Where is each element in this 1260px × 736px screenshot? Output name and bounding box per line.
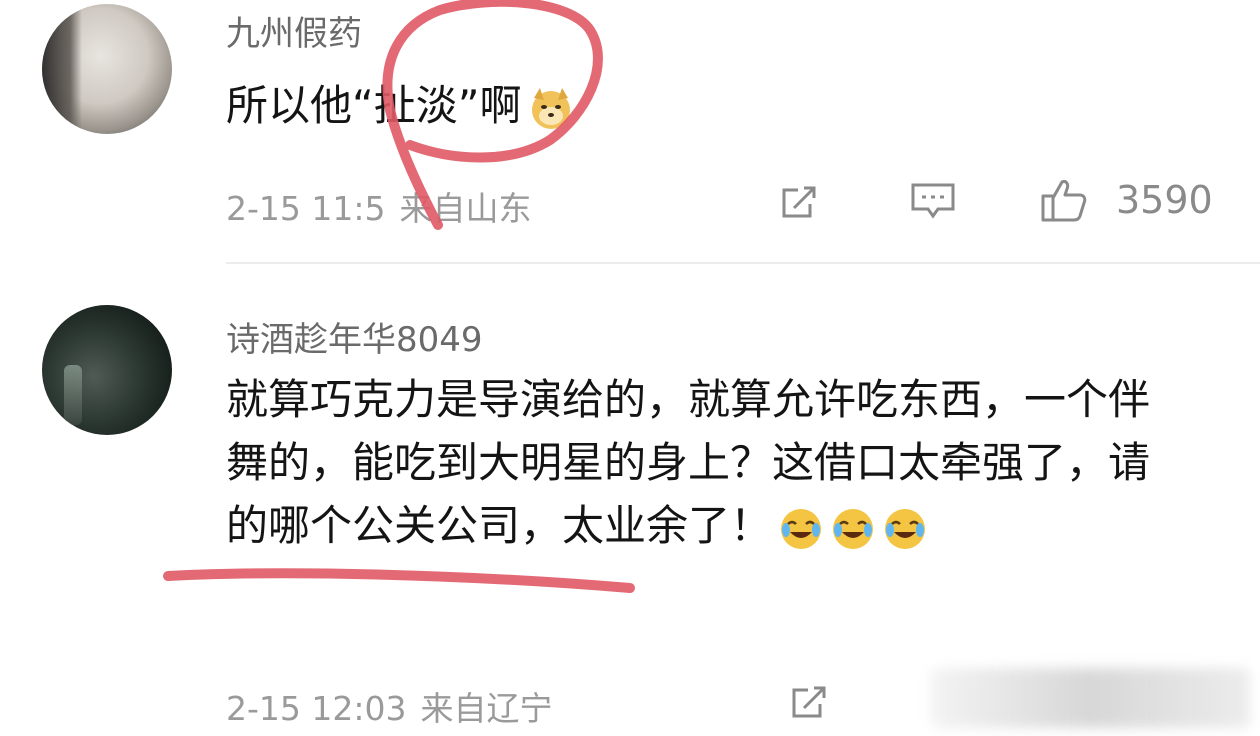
blurred-watermark [930, 668, 1250, 728]
comment-date: 2-15 11:5 [226, 189, 386, 228]
username[interactable]: 九州假药 [226, 6, 362, 55]
share-icon[interactable] [780, 182, 820, 222]
comment-icon[interactable] [910, 182, 956, 220]
laugh-cry-emoji [778, 506, 934, 552]
comment-location: 来自山东 [399, 189, 532, 228]
comment-location: 来自辽宁 [420, 689, 553, 728]
comment-text-content: 就算巧克力是导演给的，就算允许吃东西，一个伴舞的，能吃到大明星的身上？这借口太牵… [226, 375, 1151, 550]
comment-meta: 2-15 12:03 来自辽宁 [226, 682, 567, 730]
avatar[interactable] [42, 305, 172, 435]
username[interactable]: 诗酒趁年华8049 [226, 312, 483, 361]
thumbs-up-icon[interactable] [1040, 176, 1088, 224]
comment-text: 就算巧克力是导演给的，就算允许吃东西，一个伴舞的，能吃到大明星的身上？这借口太牵… [226, 368, 1186, 557]
doge-emoji [528, 86, 574, 132]
like-count: 3590 [1116, 178, 1213, 222]
share-icon[interactable] [790, 682, 830, 722]
comment-2: 诗酒趁年华8049 就算巧克力是导演给的，就算允许吃东西，一个伴舞的，能吃到大明… [0, 264, 1260, 736]
avatar[interactable] [42, 4, 172, 134]
comment-text-content: 所以他“扯淡”啊 [226, 81, 522, 130]
comment-date: 2-15 12:03 [226, 689, 407, 728]
comment-meta: 2-15 11:5 来自山东 [226, 182, 546, 230]
comment-text: 所以他“扯淡”啊 [226, 74, 1186, 137]
comment-1: 九州假药 所以他“扯淡”啊 2-15 11:5 来自山东 3590 [0, 0, 1260, 262]
